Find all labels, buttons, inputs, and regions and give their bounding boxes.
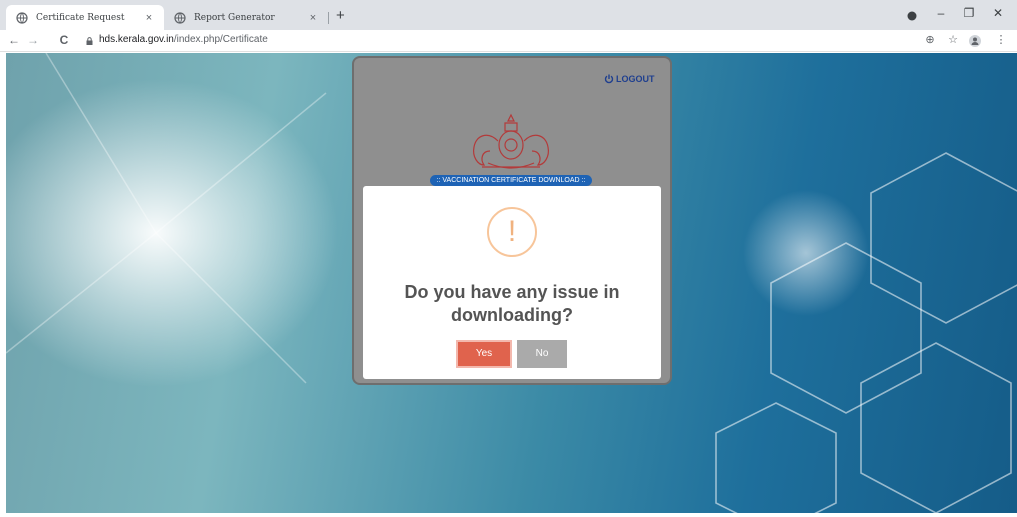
- new-tab-button[interactable]: +: [336, 7, 345, 24]
- power-icon: [604, 74, 614, 84]
- tab-separator: [328, 12, 329, 24]
- zoom-icon[interactable]: ⊕: [922, 33, 938, 46]
- logout-button[interactable]: LOGOUT: [604, 74, 655, 84]
- back-button[interactable]: ←: [6, 33, 22, 47]
- logout-label: LOGOUT: [616, 74, 655, 84]
- tab-title: Report Generator: [194, 12, 275, 23]
- tab-certificate-request[interactable]: Certificate Request ×: [6, 5, 164, 30]
- maximize-button[interactable]: ❐: [959, 6, 979, 20]
- tab-title: Certificate Request: [36, 12, 125, 23]
- tab-close-icon[interactable]: ×: [306, 12, 320, 24]
- profile-avatar-icon[interactable]: [969, 35, 981, 47]
- close-window-button[interactable]: ✕: [988, 6, 1008, 20]
- address-bar[interactable]: hds.kerala.gov.in/index.php/Certificate: [99, 34, 268, 45]
- vaccination-banner: :: VACCINATION CERTIFICATE DOWNLOAD ::: [430, 175, 592, 186]
- warning-icon: !: [487, 207, 537, 257]
- tab-report-generator[interactable]: Report Generator ×: [164, 5, 328, 30]
- reload-button[interactable]: C: [56, 33, 72, 47]
- globe-icon: [174, 11, 186, 24]
- yes-button[interactable]: Yes: [456, 340, 512, 368]
- browser-menu-icon[interactable]: ⋮: [993, 33, 1009, 46]
- globe-icon: [16, 11, 28, 24]
- address-toolbar: ← → C hds.kerala.gov.in/index.php/Certif…: [0, 30, 1017, 52]
- extension-icon[interactable]: [907, 11, 917, 21]
- url-host: hds.kerala.gov.in: [99, 34, 174, 45]
- dialog-question: Do you have any issue in downloading?: [404, 282, 620, 325]
- forward-button[interactable]: →: [25, 33, 41, 47]
- url-path: /index.php/Certificate: [173, 34, 268, 45]
- bookmark-star-icon[interactable]: ☆: [945, 33, 961, 46]
- tab-strip: Certificate Request × Report Generator ×…: [0, 0, 1017, 30]
- tab-close-icon[interactable]: ×: [142, 12, 156, 24]
- lock-icon[interactable]: [86, 37, 93, 45]
- kerala-emblem-logo: [473, 113, 549, 169]
- minimize-button[interactable]: –: [931, 6, 951, 20]
- no-button[interactable]: No: [517, 340, 567, 368]
